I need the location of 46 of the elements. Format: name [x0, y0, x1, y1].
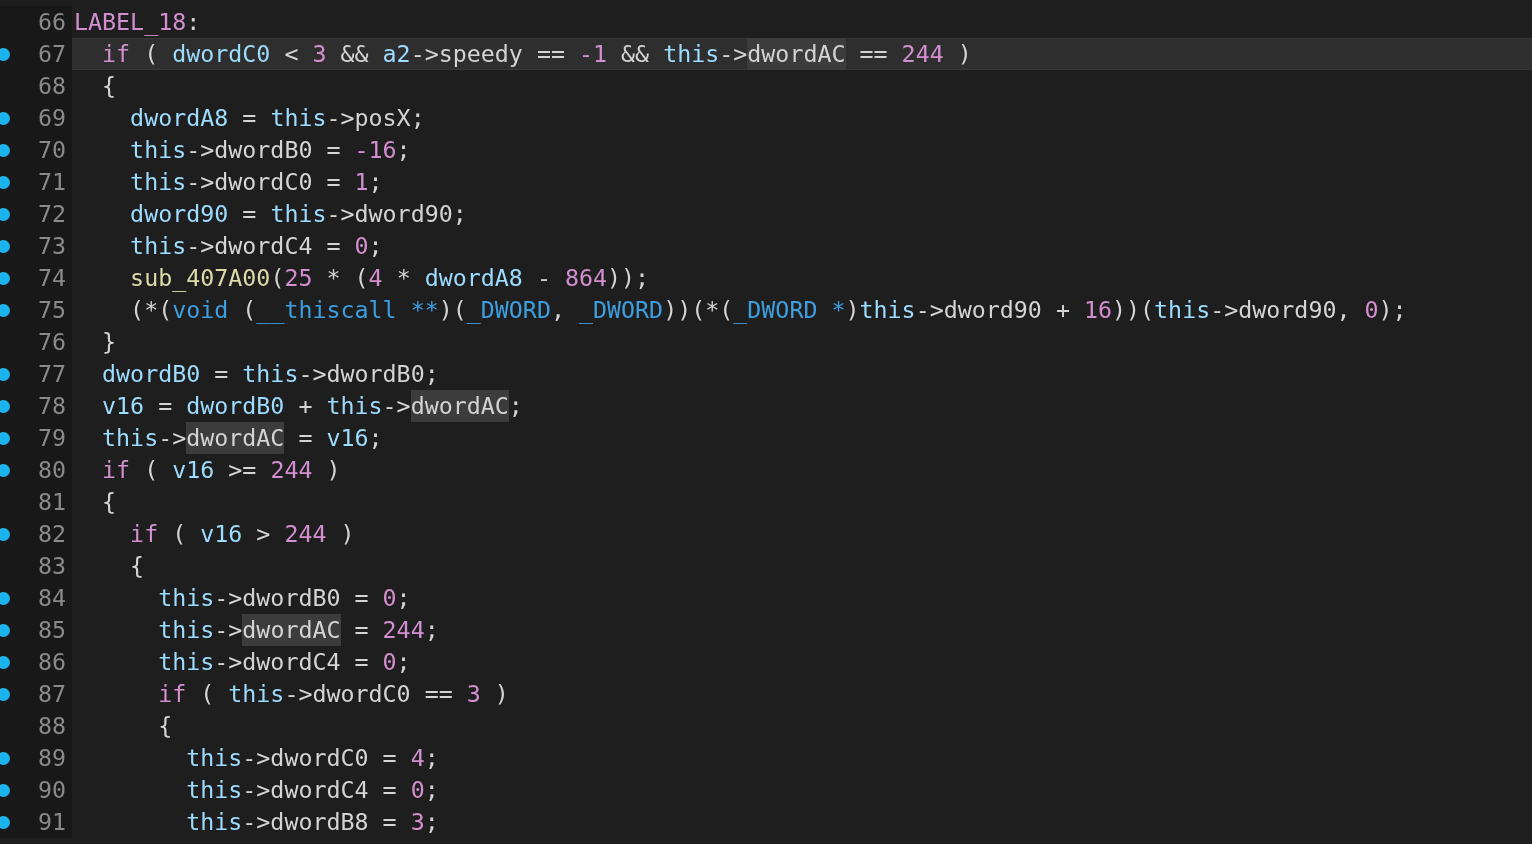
breakpoint-icon[interactable]	[0, 368, 10, 381]
breakpoint-icon[interactable]	[0, 816, 10, 829]
breakpoint-icon[interactable]	[0, 432, 10, 445]
line-number: 80	[37, 455, 66, 485]
line-number: 72	[37, 199, 66, 229]
line-number: 85	[37, 615, 66, 645]
line-number: 83	[37, 551, 66, 581]
breakpoint-icon[interactable]	[0, 528, 10, 541]
line-number: 90	[37, 775, 66, 805]
breakpoint-icon[interactable]	[0, 112, 10, 125]
breakpoint-icon[interactable]	[0, 48, 10, 61]
breakpoint-icon[interactable]	[0, 144, 10, 157]
line-number: 67	[37, 39, 66, 69]
line-number: 66	[37, 7, 66, 37]
line-number: 81	[37, 487, 66, 517]
line-number: 70	[37, 135, 66, 165]
line-number: 88	[37, 711, 66, 741]
line-number: 76	[37, 327, 66, 357]
line-number: 91	[37, 807, 66, 837]
line-number: 77	[37, 359, 66, 389]
line-number: 75	[37, 295, 66, 325]
line-number: 82	[37, 519, 66, 549]
line-number: 74	[37, 263, 66, 293]
line-number: 89	[37, 743, 66, 773]
breakpoint-icon[interactable]	[0, 208, 10, 221]
line-number: 78	[37, 391, 66, 421]
breakpoint-icon[interactable]	[0, 656, 10, 669]
breakpoint-icon[interactable]	[0, 592, 10, 605]
line-number: 84	[37, 583, 66, 613]
breakpoint-icon[interactable]	[0, 176, 10, 189]
breakpoint-icon[interactable]	[0, 272, 10, 285]
line-number: 87	[37, 679, 66, 709]
line-number: 73	[37, 231, 66, 261]
breakpoint-icon[interactable]	[0, 240, 10, 253]
line-number: 68	[37, 71, 66, 101]
breakpoint-icon[interactable]	[0, 624, 10, 637]
line-number: 71	[37, 167, 66, 197]
breakpoint-icon[interactable]	[0, 752, 10, 765]
breakpoint-icon[interactable]	[0, 784, 10, 797]
breakpoint-icon[interactable]	[0, 464, 10, 477]
breakpoint-icon[interactable]	[0, 304, 10, 317]
breakpoint-icon[interactable]	[0, 400, 10, 413]
line-number: 79	[37, 423, 66, 453]
line-number: 86	[37, 647, 66, 677]
breakpoint-icon[interactable]	[0, 688, 10, 701]
line-number: 69	[37, 103, 66, 133]
